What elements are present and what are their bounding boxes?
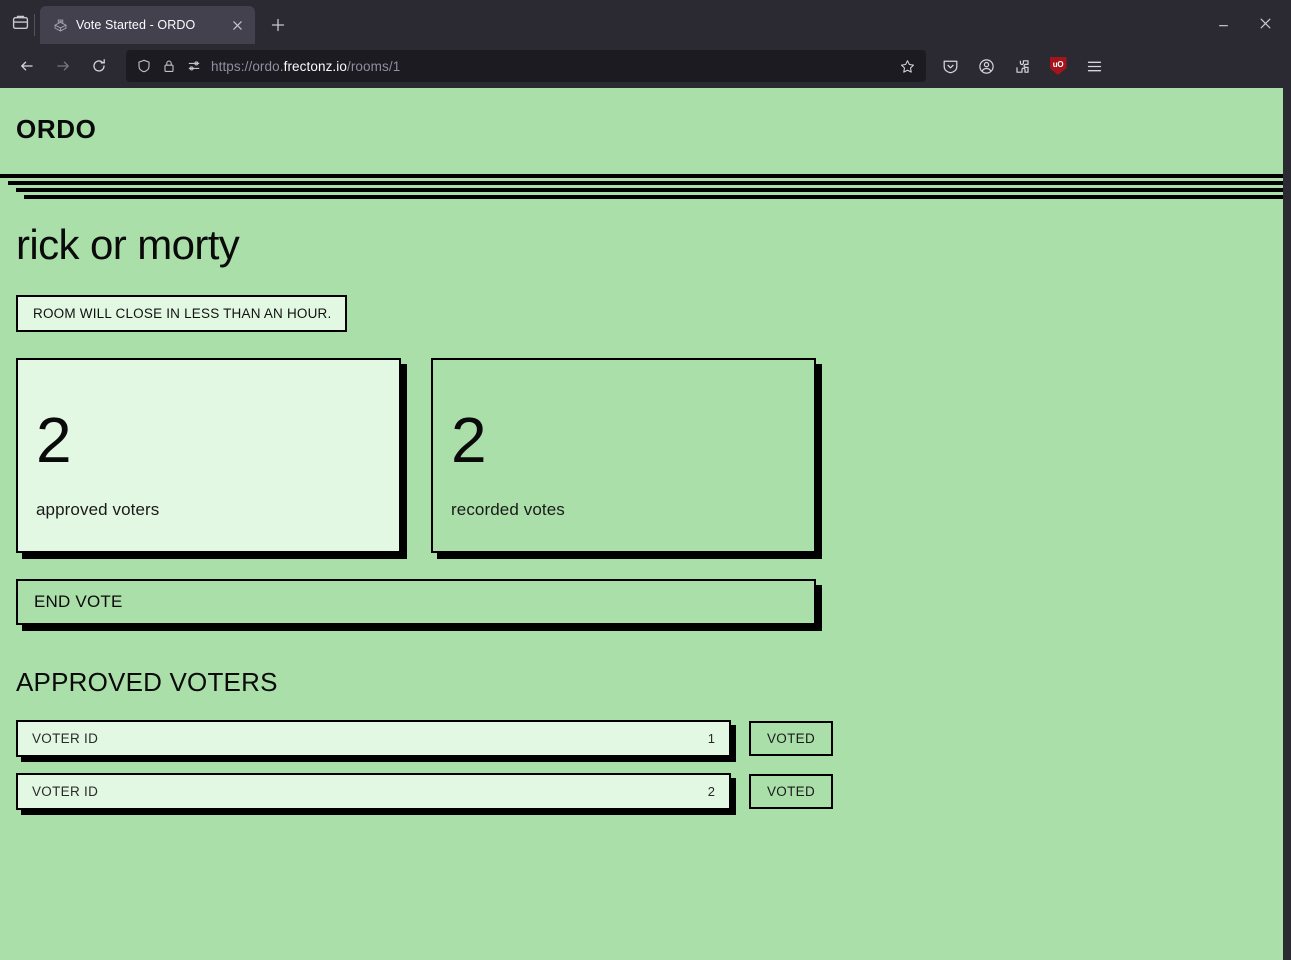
status-badge: Voted [749, 774, 834, 810]
site-header: ORDO [0, 88, 1283, 142]
url-host: frectonz.io [283, 58, 347, 74]
voter-id-value: 2 [707, 784, 715, 800]
stat-value: 2 [451, 403, 487, 476]
minimize-icon[interactable] [1203, 6, 1243, 40]
divider-bar [8, 181, 1283, 185]
approved-voters-heading: Approved Voters [16, 667, 278, 698]
voter-id-field[interactable]: Voter ID 2 [16, 773, 731, 811]
end-vote-button[interactable]: End Vote [16, 579, 816, 626]
stat-card-approved-voters: 2 approved voters [16, 358, 401, 554]
ordo-app: ORDO rick or morty Room will close in le… [0, 88, 1283, 960]
divider-bar [0, 174, 1283, 178]
scrollbar-gutter[interactable] [1283, 88, 1291, 960]
browser-toolbar-icons: uO [934, 50, 1110, 82]
stat-card-recorded-votes: 2 recorded votes [431, 358, 816, 554]
voter-id-label: Voter ID [32, 784, 99, 800]
window-controls [1203, 6, 1285, 44]
tab-title: Vote Started - ORDO [76, 18, 196, 32]
permissions-icon[interactable] [186, 58, 202, 74]
url-bar[interactable]: https://ordo.frectonz.io/rooms/1 [126, 50, 926, 82]
voter-id-label: Voter ID [32, 731, 99, 747]
window-close-icon[interactable] [1245, 6, 1285, 40]
forward-icon[interactable] [46, 50, 80, 82]
stat-label: recorded votes [451, 499, 565, 519]
ballot-box-icon [52, 17, 68, 33]
close-icon[interactable] [227, 15, 247, 35]
url-text[interactable]: https://ordo.frectonz.io/rooms/1 [211, 59, 887, 74]
stat-value: 2 [36, 403, 72, 476]
voter-row: Voter ID 1 Voted [16, 720, 1267, 758]
extensions-icon[interactable] [1006, 50, 1038, 82]
navigation-toolbar: https://ordo.frectonz.io/rooms/1 uO [0, 44, 1291, 88]
shield-icon[interactable] [136, 58, 152, 74]
tab-strip: Vote Started - ORDO [0, 0, 1291, 44]
back-icon[interactable] [10, 50, 44, 82]
pocket-save-icon[interactable] [934, 50, 966, 82]
ublock-origin-icon[interactable]: uO [1042, 50, 1074, 82]
voter-row: Voter ID 2 Voted [16, 773, 1267, 811]
browser-tab[interactable]: Vote Started - ORDO [34, 6, 255, 44]
account-icon[interactable] [970, 50, 1002, 82]
new-tab-icon[interactable] [261, 8, 295, 42]
approved-voters-list: Voter ID 1 Voted Voter ID 2 Voted [16, 720, 1267, 811]
app-menu-icon[interactable] [1078, 50, 1110, 82]
site-logo[interactable]: ORDO [16, 116, 1267, 142]
url-path: /rooms/1 [346, 58, 401, 74]
page-viewport: ORDO rick or morty Room will close in le… [0, 88, 1291, 960]
url-prefix: https://ordo. [211, 58, 284, 74]
divider-bar [16, 188, 1283, 192]
room-closing-notice: Room will close in less than an hour. [16, 295, 348, 333]
voter-id-field[interactable]: Voter ID 1 [16, 720, 731, 758]
browser-chrome: Vote Started - ORDO https://ordo.frecton… [0, 0, 1291, 88]
bookmark-star-icon[interactable] [896, 55, 918, 77]
stat-label: approved voters [36, 499, 160, 519]
decorative-divider [0, 174, 1283, 199]
lock-icon[interactable] [161, 58, 177, 74]
reload-icon[interactable] [82, 50, 116, 82]
main-content: rick or morty Room will close in less th… [0, 199, 1283, 811]
page-title: rick or morty [16, 221, 240, 268]
voter-id-value: 1 [707, 731, 715, 747]
status-badge: Voted [749, 721, 834, 757]
stats-row: 2 approved voters 2 recorded votes [16, 358, 1267, 554]
ublock-label: uO [1052, 60, 1064, 69]
